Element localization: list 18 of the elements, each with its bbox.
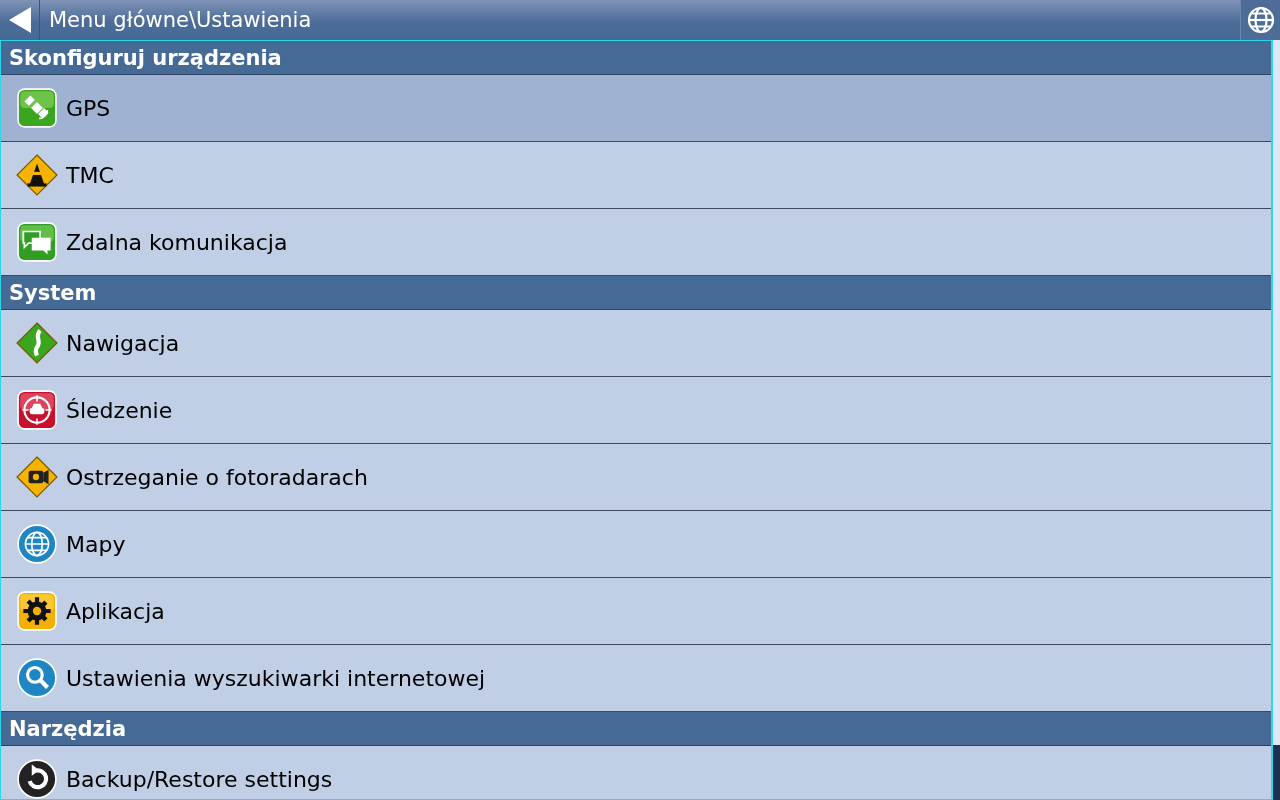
winding-road-icon: [16, 322, 58, 364]
menu-item[interactable]: GPS: [1, 75, 1271, 142]
refresh-icon: [16, 758, 58, 799]
section-header: Narzędzia: [1, 712, 1271, 746]
chat-bubbles-icon: [16, 221, 58, 263]
car-target-icon: [16, 389, 58, 431]
speed-camera-icon: [16, 456, 58, 498]
globe-icon: [1245, 5, 1276, 35]
satellite-icon: [16, 87, 58, 129]
globe-button[interactable]: [1240, 0, 1280, 40]
gear-icon: [16, 590, 58, 632]
globe-icon: [16, 523, 58, 565]
scrollbar[interactable]: [1273, 40, 1280, 800]
section-header: Skonfiguruj urządzenia: [1, 41, 1271, 75]
section-header: System: [1, 276, 1271, 310]
traffic-cone-icon: [16, 154, 58, 196]
window-title: Menu główne\Ustawienia: [48, 7, 313, 34]
search-icon: [16, 657, 58, 699]
